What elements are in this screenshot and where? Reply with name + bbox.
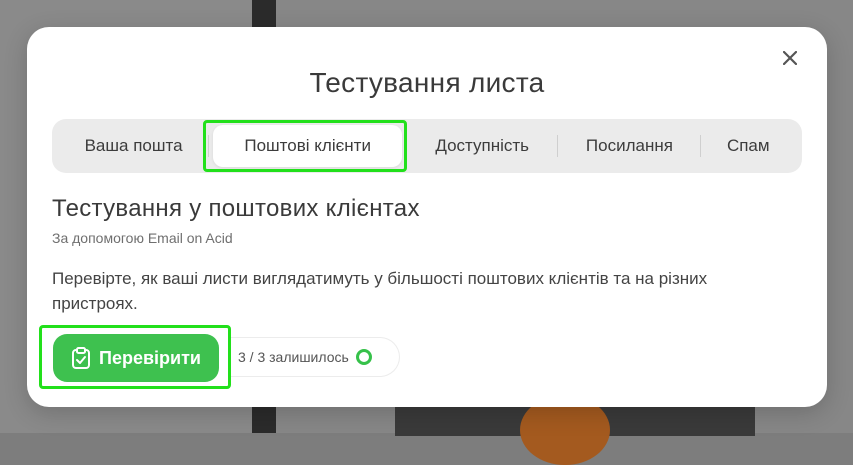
tab-links[interactable]: Посилання bbox=[558, 125, 701, 167]
tab-bar: Ваша пошта Поштові клієнти Доступність П… bbox=[52, 119, 802, 173]
quota-count: 3 / 3 залишилось bbox=[238, 349, 349, 365]
tab-email-clients[interactable]: Поштові клієнти bbox=[213, 125, 403, 167]
section-title: Тестування у поштових клієнтах bbox=[52, 195, 420, 222]
modal-title: Тестування листа bbox=[309, 67, 545, 98]
tab-your-mail[interactable]: Ваша пошта bbox=[58, 125, 210, 167]
close-button[interactable] bbox=[779, 47, 801, 69]
progress-ring-icon bbox=[355, 349, 372, 365]
check-button-label: Перевірити bbox=[99, 347, 201, 368]
email-testing-modal: Тестування листа Ваша пошта Поштові кліє… bbox=[27, 27, 827, 407]
tab-accessibility[interactable]: Доступність bbox=[406, 125, 559, 167]
tab-spam[interactable]: Спам bbox=[701, 125, 796, 167]
section-subtitle: За допомогою Email on Acid bbox=[52, 230, 233, 246]
quota-indicator: 3 / 3 залишилось bbox=[228, 337, 400, 377]
close-icon bbox=[783, 51, 797, 65]
check-button[interactable]: Перевірити bbox=[53, 334, 219, 382]
clipboard-check-icon bbox=[72, 347, 91, 369]
section-description: Перевірте, як ваші листи виглядатимуть у… bbox=[52, 269, 708, 313]
